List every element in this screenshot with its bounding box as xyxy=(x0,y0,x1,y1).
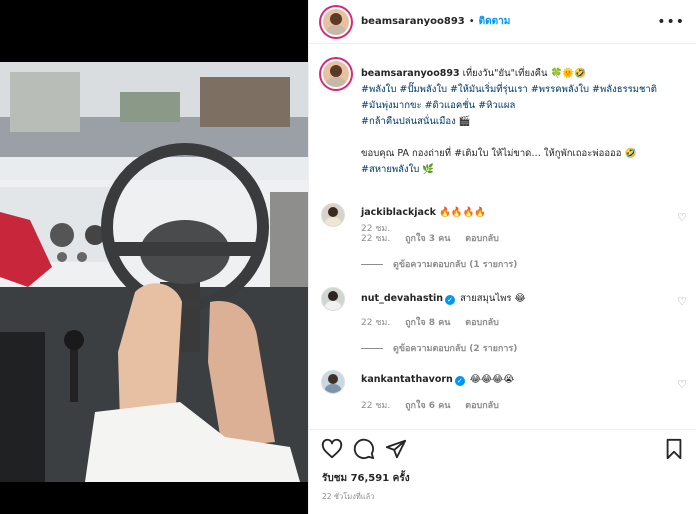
view-count[interactable]: รับชม 76,591 ครั้ง xyxy=(322,471,410,486)
comment-text: สายสมุนไพร 😂 xyxy=(460,293,526,304)
commenter-username[interactable]: jackiblackjack xyxy=(361,207,436,218)
bookmark-icon[interactable] xyxy=(663,438,685,460)
more-options-icon[interactable]: ••• xyxy=(657,14,685,30)
comment-time: 22 ชม. xyxy=(361,318,391,328)
post-media[interactable] xyxy=(0,0,308,514)
caption-text: beamsaranyoo893 เที่ยงวัน"ยัน"เที่ยงคืน … xyxy=(361,66,686,178)
commenter-username[interactable]: nut_devahastin xyxy=(361,293,443,304)
replies-divider xyxy=(361,348,383,349)
comment-text: 😂😂😂😭 xyxy=(469,374,515,385)
reply-button[interactable]: ตอบกลับ xyxy=(465,234,499,244)
comment-heart-icon[interactable]: ♡ xyxy=(677,295,687,308)
reply-button[interactable]: ตอบกลับ xyxy=(465,318,499,328)
caption-username[interactable]: beamsaranyoo893 xyxy=(361,68,460,79)
replies-divider xyxy=(361,264,383,265)
comment-meta: 22 ชม. ถูกใจ 6 คน ตอบกลับ xyxy=(361,398,511,412)
comment-likes[interactable]: ถูกใจ 3 คน xyxy=(405,234,450,244)
post-actions: รับชม 76,591 ครั้ง 22 ชั่วโมงที่แล้ว xyxy=(309,429,696,514)
caption-hashtags-1[interactable]: #พลังใบ #ปั๊มพลังใบ #ให้มันเริ่มที่รุ่นเ… xyxy=(361,84,657,95)
view-replies-label: ดูข้อความตอบกลับ (1 รายการ) xyxy=(393,260,518,270)
comment-heart-icon[interactable]: ♡ xyxy=(677,378,687,391)
caption-hashtags-2[interactable]: #มันพุ่งมากขะ #ดิวแอคชั่น #หิวแผล xyxy=(361,100,515,111)
comment-body: nut_devahastin ✓ สายสมุนไพร 😂 xyxy=(361,291,526,306)
comment-body: jackiblackjack 🔥🔥🔥🔥 xyxy=(361,207,486,218)
comment-text: 🔥🔥🔥🔥 xyxy=(438,207,487,218)
reply-button[interactable]: ตอบกลับ xyxy=(465,401,499,411)
author-avatar[interactable] xyxy=(321,6,351,37)
view-replies-label: ดูข้อความตอบกลับ (2 รายการ) xyxy=(393,344,518,354)
heart-icon[interactable] xyxy=(321,438,343,460)
caption-author-avatar[interactable] xyxy=(321,59,351,89)
commenter-avatar[interactable] xyxy=(321,203,345,227)
post-detail-panel: beamsaranyoo893 • ติดตาม ••• beamsaranyo… xyxy=(308,0,696,514)
post-header: beamsaranyoo893 • ติดตาม ••• xyxy=(309,0,696,44)
comment-likes[interactable]: ถูกใจ 8 คน xyxy=(405,318,450,328)
comment-heart-icon[interactable]: ♡ xyxy=(677,211,687,224)
follow-button[interactable]: ติดตาม xyxy=(479,14,511,29)
commenter-username[interactable]: kankantathavorn xyxy=(361,374,453,385)
comment-time: 22 ชม. xyxy=(361,401,391,411)
comment-icon[interactable] xyxy=(353,438,375,460)
share-icon[interactable] xyxy=(385,438,407,460)
author-username[interactable]: beamsaranyoo893 xyxy=(361,16,465,27)
caption-thanks: ขอบคุณ PA กองถ่ายที่ #เติมใบ ให้ไม่ขาด… … xyxy=(361,148,637,159)
post-video-frame[interactable] xyxy=(0,62,308,482)
comment-meta: 22 ชม. ถูกใจ 3 คน ตอบกลับ xyxy=(361,231,511,245)
car-interior-image xyxy=(0,62,308,482)
comment-body: kankantathavorn ✓ 😂😂😂😭 xyxy=(361,374,514,386)
caption-hashtag-end[interactable]: #สหายพลังใบ 🌿 xyxy=(361,164,434,175)
view-replies-button[interactable]: ดูข้อความตอบกลับ (1 รายการ) xyxy=(361,257,517,271)
commenter-avatar[interactable] xyxy=(321,287,345,311)
comment-time: 22 ชม. xyxy=(361,234,391,244)
comments-scroll-area[interactable]: beamsaranyoo893 เที่ยงวัน"ยัน"เที่ยงคืน … xyxy=(309,45,696,429)
caption-lead: เที่ยงวัน"ยัน"เที่ยงคืน 🍀🌞🤣 xyxy=(462,68,587,79)
separator-dot: • xyxy=(468,16,475,27)
comment-likes[interactable]: ถูกใจ 6 คน xyxy=(405,401,450,411)
caption-hashtags-3[interactable]: #กล้าคืนปล่นสนั่นเมือง 🎬 xyxy=(361,116,471,127)
view-replies-button[interactable]: ดูข้อความตอบกลับ (2 รายการ) xyxy=(361,341,517,355)
verified-badge-icon: ✓ xyxy=(445,295,456,305)
comment-meta: 22 ชม. ถูกใจ 8 คน ตอบกลับ xyxy=(361,315,511,329)
post-age: 22 ชั่วโมงที่แล้ว xyxy=(322,492,375,501)
verified-badge-icon: ✓ xyxy=(454,376,465,386)
commenter-avatar[interactable] xyxy=(321,370,345,394)
